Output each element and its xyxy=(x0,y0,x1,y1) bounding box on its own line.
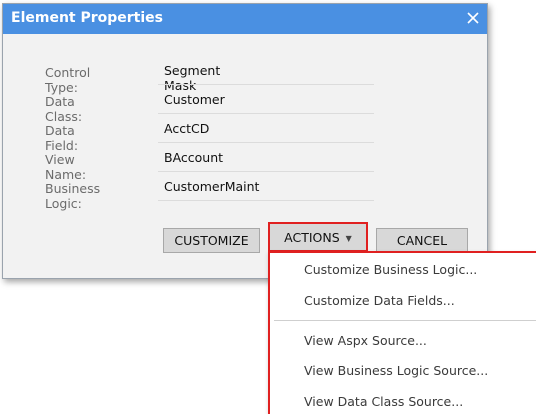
property-divider xyxy=(158,113,374,114)
data-class-label: Data Class: xyxy=(45,94,83,124)
data-field-label: Data Field: xyxy=(45,123,79,153)
property-divider xyxy=(158,142,374,143)
data-field-value: AcctCD xyxy=(164,121,210,136)
customize-button[interactable]: CUSTOMIZE xyxy=(163,228,260,253)
business-logic-label: Business Logic: xyxy=(45,181,101,211)
actions-dropdown-menu: Customize Business Logic... Customize Da… xyxy=(268,251,536,414)
property-divider xyxy=(158,200,374,201)
chevron-down-icon: ▼ xyxy=(345,233,352,243)
control-type-value: Segment Mask xyxy=(164,63,221,93)
actions-button[interactable]: ACTIONS ▼ xyxy=(268,222,368,252)
dialog-title-bar[interactable]: Element Properties xyxy=(3,4,487,34)
dialog-title: Element Properties xyxy=(11,10,163,26)
view-name-label: View Name: xyxy=(45,152,87,182)
menu-item-view-data-class-source[interactable]: View Data Class Source... xyxy=(304,394,463,409)
menu-separator xyxy=(274,320,536,321)
menu-item-customize-data-fields[interactable]: Customize Data Fields... xyxy=(304,293,455,308)
property-divider xyxy=(158,171,374,172)
business-logic-value: CustomerMaint xyxy=(164,179,260,194)
menu-item-view-business-logic-source[interactable]: View Business Logic Source... xyxy=(304,363,488,378)
control-type-label: Control Type: xyxy=(45,65,91,95)
actions-button-label: ACTIONS xyxy=(284,229,340,245)
property-divider xyxy=(158,84,374,85)
close-icon[interactable] xyxy=(465,10,481,26)
cancel-button-label: CANCEL xyxy=(396,233,448,248)
menu-item-customize-business-logic[interactable]: Customize Business Logic... xyxy=(304,262,477,277)
view-name-value: BAccount xyxy=(164,150,224,165)
data-class-value: Customer xyxy=(164,92,225,107)
customize-button-label: CUSTOMIZE xyxy=(174,233,249,248)
cancel-button[interactable]: CANCEL xyxy=(376,228,468,253)
menu-item-view-aspx-source[interactable]: View Aspx Source... xyxy=(304,333,427,348)
